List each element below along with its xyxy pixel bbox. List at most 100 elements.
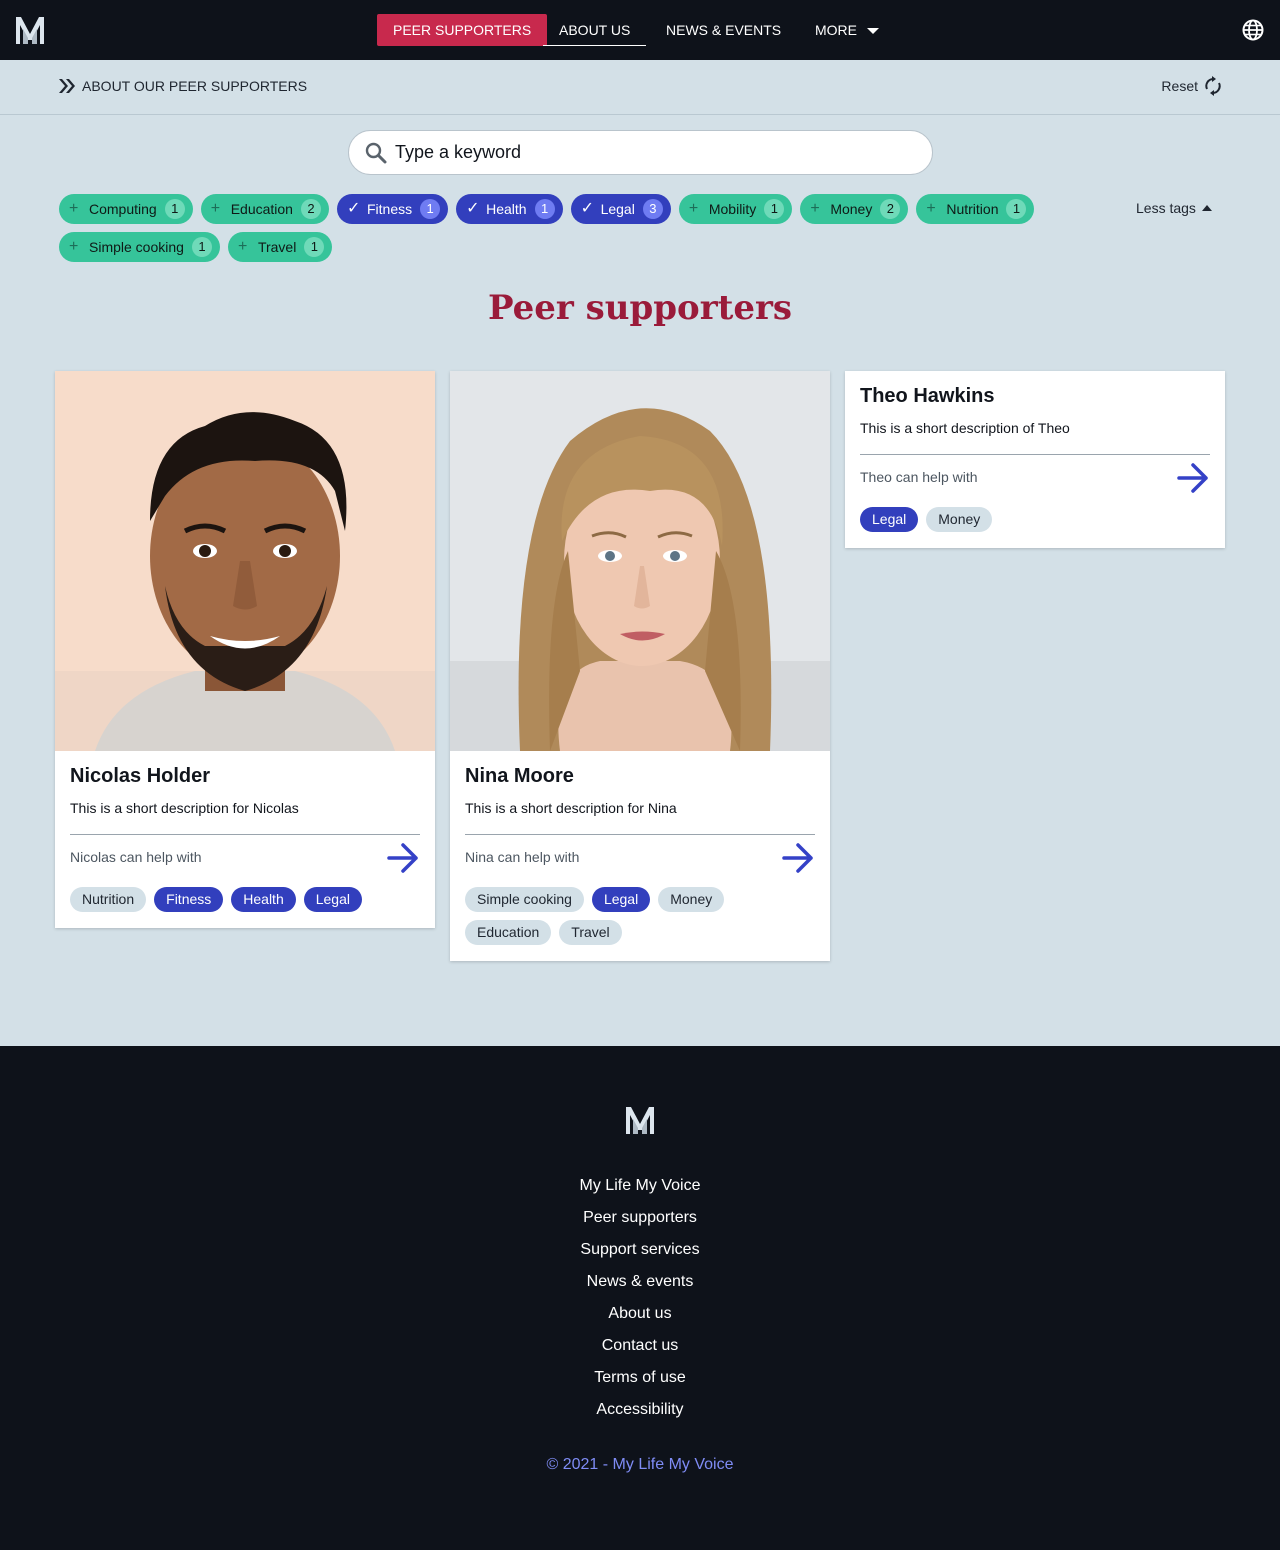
footer-link-accessibility[interactable]: Accessibility xyxy=(0,1398,1280,1430)
tag-filter-education[interactable]: + Education 2 xyxy=(200,194,329,224)
nav-peer-supporters[interactable]: PEER SUPPORTERS xyxy=(377,14,548,46)
supporter-tag-chip: Fitness xyxy=(154,887,224,912)
nav-more-label: MORE xyxy=(815,22,857,38)
reset-button[interactable]: Reset xyxy=(1161,76,1222,96)
logo-m-icon[interactable] xyxy=(14,14,46,46)
breadcrumb[interactable]: ABOUT OUR PEER SUPPORTERS xyxy=(58,78,307,94)
less-tags-toggle[interactable]: Less tags xyxy=(1136,200,1212,216)
plus-icon: + xyxy=(69,238,79,255)
tag-label: Money xyxy=(830,201,873,217)
page-title: Peer supporters xyxy=(487,288,793,328)
supporter-description: This is a short description for Nina xyxy=(465,800,677,816)
supporter-description: This is a short description for Nicolas xyxy=(70,800,299,816)
tag-count-badge: 1 xyxy=(1006,199,1027,219)
plus-icon: + xyxy=(237,238,248,255)
footer-link-about-us[interactable]: About us xyxy=(0,1302,1280,1334)
nav-news-events[interactable]: NEWS & EVENTS xyxy=(650,14,797,46)
check-icon: ✓ xyxy=(466,200,480,217)
supporter-tag-chip: Education xyxy=(465,920,552,945)
plus-icon: + xyxy=(688,200,699,217)
help-with-label: Theo can help with xyxy=(860,469,978,485)
tag-label: Simple cooking xyxy=(89,239,184,255)
tag-count-badge: 1 xyxy=(164,199,185,219)
tag-label: Legal xyxy=(600,201,635,217)
tag-label: Fitness xyxy=(366,201,413,217)
supporter-tags: Legal Money xyxy=(860,507,1210,532)
tag-filter-simple-cooking[interactable]: + Simple cooking 1 xyxy=(59,232,220,262)
double-chevron-icon xyxy=(59,79,75,93)
footer: My Life My Voice Peer supporters Support… xyxy=(0,1046,1280,1550)
refresh-icon xyxy=(1205,76,1221,96)
tag-count-badge: 2 xyxy=(300,199,321,219)
tag-count-badge: 1 xyxy=(191,237,212,257)
plus-icon: + xyxy=(926,200,936,217)
caret-up-icon xyxy=(1201,205,1212,211)
tag-filter-nutrition[interactable]: + Nutrition 1 xyxy=(916,194,1035,224)
breadcrumb-bar: ABOUT OUR PEER SUPPORTERS Reset xyxy=(0,60,1280,115)
supporter-card[interactable]: Nina Moore This is a short description f… xyxy=(450,371,830,961)
breadcrumb-label: ABOUT OUR PEER SUPPORTERS xyxy=(82,78,308,94)
help-with-label: Nina can help with xyxy=(465,849,580,865)
globe-icon[interactable] xyxy=(1242,19,1264,41)
footer-link-contact-us[interactable]: Contact us xyxy=(0,1334,1280,1366)
supporter-tag-chip: Simple cooking xyxy=(465,887,584,912)
supporter-name: Theo Hawkins xyxy=(860,385,995,407)
supporter-name: Nina Moore xyxy=(465,765,574,787)
help-with-label: Nicolas can help with xyxy=(70,849,202,865)
search-icon xyxy=(365,142,387,163)
tag-filter-travel[interactable]: + Travel 1 xyxy=(227,232,333,262)
supporter-tag-chip: Travel xyxy=(559,920,622,945)
footer-link-peer-supporters[interactable]: Peer supporters xyxy=(0,1206,1280,1238)
tag-label: Nutrition xyxy=(946,201,999,217)
tag-filter-list: + Computing 1 + Education 2 ✓ Fitness 1 ✓ Health 1 ✓… xyxy=(59,194,1089,262)
tag-count-badge: 3 xyxy=(642,199,663,219)
tag-filter-legal[interactable]: ✓ Legal 3 xyxy=(570,194,671,224)
tag-count-badge: 1 xyxy=(304,237,325,257)
logo-m-icon[interactable] xyxy=(624,1104,656,1136)
footer-link-my-life-my-voice[interactable]: My Life My Voice xyxy=(0,1174,1280,1206)
footer-links: My Life My Voice Peer supporters Support… xyxy=(0,1174,1280,1430)
supporter-tag-chip: Money xyxy=(926,507,993,532)
search-box[interactable] xyxy=(348,130,933,175)
supporter-tag-chip: Legal xyxy=(303,887,362,912)
supporter-tag-chip: Legal xyxy=(860,507,919,532)
tag-filter-health[interactable]: ✓ Health 1 xyxy=(456,194,563,224)
tag-filter-money[interactable]: + Money 2 xyxy=(800,194,909,224)
supporter-tag-chip: Legal xyxy=(591,887,651,912)
check-icon: ✓ xyxy=(346,200,361,217)
arrow-right-icon[interactable] xyxy=(386,841,420,875)
tag-label: Computing xyxy=(89,201,157,217)
footer-link-support-services[interactable]: Support services xyxy=(0,1238,1280,1270)
tag-filter-fitness[interactable]: ✓ Fitness 1 xyxy=(336,194,449,224)
tag-label: Travel xyxy=(257,239,297,255)
plus-icon: + xyxy=(210,200,221,217)
nav-about-us[interactable]: ABOUT US xyxy=(543,14,647,46)
arrow-right-icon[interactable] xyxy=(1176,461,1210,495)
supporter-tags: Nutrition Fitness Health Legal xyxy=(70,887,420,912)
supporter-photo xyxy=(450,371,830,751)
less-tags-label: Less tags xyxy=(1136,200,1196,216)
supporter-card[interactable]: Nicolas Holder This is a short descripti… xyxy=(55,371,435,928)
supporter-tags: Simple cooking Legal Money Education Travel xyxy=(465,887,815,945)
supporter-card[interactable]: Theo Hawkins This is a short description… xyxy=(845,371,1225,548)
tag-label: Health xyxy=(486,201,527,217)
tag-count-badge: 1 xyxy=(764,199,785,219)
arrow-right-icon[interactable] xyxy=(781,841,815,875)
reset-label: Reset xyxy=(1161,78,1198,94)
top-nav: PEER SUPPORTERS ABOUT US NEWS & EVENTS M… xyxy=(0,0,1280,60)
check-icon: ✓ xyxy=(580,200,594,217)
tag-label: Education xyxy=(230,201,293,217)
footer-link-terms-of-use[interactable]: Terms of use xyxy=(0,1366,1280,1398)
tag-filter-computing[interactable]: + Computing 1 xyxy=(59,194,193,224)
supporter-description: This is a short description of Theo xyxy=(860,420,1070,436)
tag-count-badge: 2 xyxy=(880,199,901,219)
search-input[interactable] xyxy=(395,142,875,163)
supporter-tag-chip: Nutrition xyxy=(70,887,147,912)
footer-link-news-events[interactable]: News & events xyxy=(0,1270,1280,1302)
plus-icon: + xyxy=(810,200,820,217)
tag-count-badge: 1 xyxy=(534,199,555,219)
chevron-down-icon xyxy=(867,28,879,35)
tag-filter-mobility[interactable]: + Mobility 1 xyxy=(678,194,793,224)
nav-more[interactable]: MORE xyxy=(799,14,895,46)
tag-label: Mobility xyxy=(708,201,757,217)
